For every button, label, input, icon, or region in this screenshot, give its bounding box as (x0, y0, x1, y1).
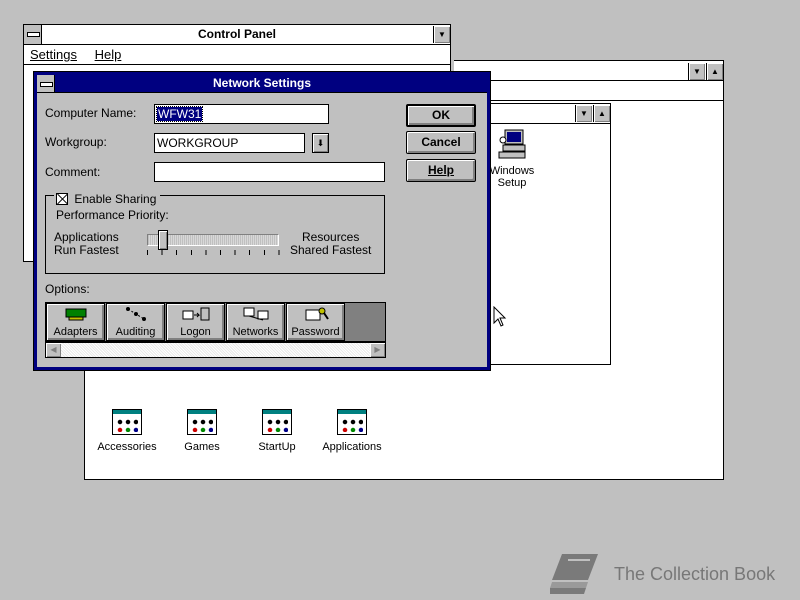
computer-name-label: Computer Name: (45, 106, 137, 120)
enable-sharing-label: Enable Sharing (74, 192, 157, 206)
slider-ticks (147, 250, 280, 255)
options-label: Options: (45, 282, 90, 296)
mouse-cursor-icon (493, 306, 507, 327)
control-panel-titlebar[interactable]: Control Panel ▼ (24, 25, 450, 45)
workgroup-label: Workgroup: (45, 135, 107, 149)
networks-label: Networks (232, 326, 279, 338)
main-minimize-button[interactable]: ▼ (575, 105, 592, 122)
group-icon-games[interactable]: Games (162, 409, 242, 453)
chevron-down-icon: ⬇ (316, 138, 325, 148)
group-icon-startup[interactable]: StartUp (237, 409, 317, 453)
workgroup-value: WORKGROUP (157, 136, 239, 150)
computer-icon (498, 129, 526, 159)
program-group-icon (187, 409, 217, 435)
slider-right-label-2: Shared Fastest (290, 243, 372, 257)
group-icon-accessories[interactable]: Accessories (87, 409, 167, 453)
maximize-button[interactable]: ▲ (706, 63, 723, 80)
watermark: The Collection Book (548, 550, 788, 596)
options-panel: Adapters Auditing Logon Networks Passwor… (45, 302, 386, 342)
menu-settings[interactable]: Settings (30, 47, 77, 62)
adapters-button[interactable]: Adapters (46, 303, 105, 341)
comment-input[interactable] (154, 162, 385, 182)
control-panel-system-menu[interactable] (24, 25, 42, 44)
networks-button[interactable]: Networks (226, 303, 285, 341)
comment-label: Comment: (45, 165, 101, 179)
password-key-icon (287, 306, 344, 326)
cancel-button[interactable]: Cancel (406, 131, 476, 154)
group-label: Accessories (97, 441, 157, 453)
control-panel-title: Control Panel (197, 27, 276, 41)
dialog-system-menu[interactable] (37, 75, 55, 92)
help-button-label: Help (427, 163, 454, 177)
group-label: Games (184, 441, 220, 453)
watermark-text: The Collection Book (614, 564, 776, 584)
windows-setup-icon[interactable]: Windows Setup (482, 128, 542, 189)
performance-slider-thumb[interactable] (158, 230, 168, 250)
program-group-icon (262, 409, 292, 435)
main-maximize-button[interactable]: ▲ (593, 105, 610, 122)
control-panel-minimize-button[interactable]: ▼ (433, 26, 450, 43)
network-settings-dialog: Network Settings Computer Name: WFW31 Wo… (33, 71, 491, 371)
logon-button[interactable]: Logon (166, 303, 225, 341)
computer-name-input[interactable]: WFW31 (154, 104, 329, 124)
windows-setup-label-2: Setup (497, 177, 527, 189)
networks-icon (227, 306, 284, 326)
program-group-icon (337, 409, 367, 435)
slider-left-label-2: Run Fastest (54, 243, 119, 257)
group-label: Applications (322, 441, 382, 453)
group-icon-applications[interactable]: Applications (312, 409, 392, 453)
performance-priority-label: Performance Priority: (56, 208, 169, 222)
auditing-label: Auditing (115, 326, 156, 338)
auditing-icon (107, 306, 164, 326)
windows-setup-label-1: Windows (489, 165, 535, 177)
computer-name-value: WFW31 (155, 106, 204, 122)
scroll-right-button[interactable]: ▶ (370, 343, 385, 357)
auditing-button[interactable]: Auditing (106, 303, 165, 341)
book-icon (550, 554, 598, 594)
password-label: Password (291, 326, 340, 338)
ok-button[interactable]: OK (406, 104, 476, 127)
slider-right-label: Resources Shared Fastest (290, 231, 371, 257)
adapters-label: Adapters (53, 326, 98, 338)
help-button[interactable]: Help (406, 159, 476, 182)
program-group-icon (112, 409, 142, 435)
group-label: StartUp (258, 441, 296, 453)
dialog-title: Network Settings (212, 76, 311, 90)
checkbox-checked-icon (56, 193, 68, 205)
control-panel-menubar: Settings Help (24, 45, 450, 65)
slider-left-label: Applications Run Fastest (54, 231, 119, 257)
workgroup-dropdown-button[interactable]: ⬇ (312, 133, 329, 153)
enable-sharing-checkbox[interactable]: Enable Sharing (54, 192, 161, 206)
workgroup-combobox[interactable]: WORKGROUP (154, 133, 305, 153)
logon-icon (167, 306, 224, 326)
scroll-left-button[interactable]: ◀ (46, 343, 61, 357)
menu-help[interactable]: Help (95, 47, 122, 62)
dialog-titlebar[interactable]: Network Settings (37, 75, 487, 93)
minimize-button[interactable]: ▼ (688, 63, 705, 80)
network-card-icon (47, 306, 104, 326)
password-button[interactable]: Password (286, 303, 345, 341)
options-scrollbar[interactable]: ◀ ▶ (45, 342, 386, 358)
logon-label: Logon (180, 326, 211, 338)
